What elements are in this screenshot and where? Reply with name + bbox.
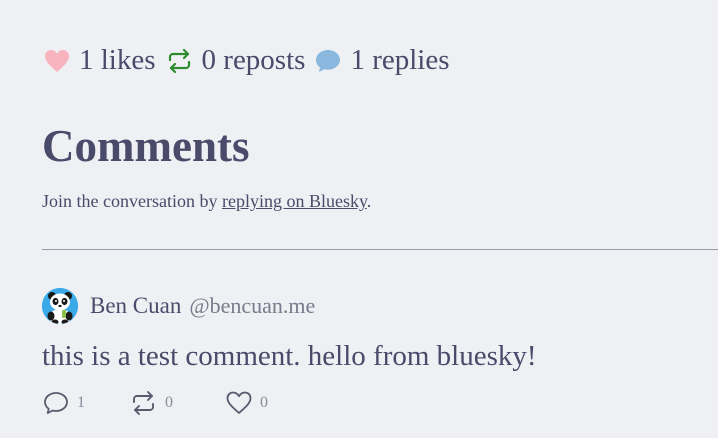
reply-count: 1 — [77, 393, 85, 411]
comment-author-row: Ben Cuan @bencuan.me — [42, 288, 702, 324]
reply-button[interactable]: 1 — [43, 391, 85, 415]
panda-avatar-image — [42, 288, 78, 324]
repost-button[interactable]: 0 — [130, 390, 173, 415]
likes-count-label: 1 likes — [79, 44, 156, 76]
author-name[interactable]: Ben Cuan — [90, 293, 181, 319]
join-prefix: Join the conversation by — [42, 191, 222, 211]
comments-heading: Comments — [42, 121, 250, 171]
section-divider — [42, 249, 718, 250]
replies-count-label: 1 replies — [350, 44, 450, 76]
like-count: 0 — [260, 393, 268, 411]
avatar[interactable] — [42, 288, 78, 324]
reply-on-bluesky-link[interactable]: replying on Bluesky — [222, 191, 367, 211]
like-button[interactable]: 0 — [226, 391, 268, 415]
comment-item: Ben Cuan @bencuan.me this is a test comm… — [42, 288, 702, 415]
author-handle[interactable]: @bencuan.me — [189, 293, 315, 319]
post-stats: 1 likes 0 reposts 1 replies — [44, 46, 450, 75]
reposts-stat: 0 reposts — [166, 44, 306, 76]
replies-stat: 1 replies — [315, 44, 450, 76]
comment-actions: 1 0 0 — [42, 390, 702, 415]
join-conversation-text: Join the conversation by replying on Blu… — [42, 191, 371, 212]
reposts-count-label: 0 reposts — [201, 44, 306, 76]
repost-count: 0 — [165, 393, 173, 411]
heart-icon — [45, 49, 69, 72]
join-suffix: . — [366, 191, 372, 211]
like-icon — [226, 391, 252, 414]
comment-text: this is a test comment. hello from blues… — [42, 340, 537, 372]
repost-icon — [133, 390, 154, 415]
reply-icon — [44, 391, 68, 414]
repost-icon — [168, 48, 190, 73]
likes-stat: 1 likes — [44, 46, 156, 75]
speech-bubble-icon — [316, 49, 341, 72]
